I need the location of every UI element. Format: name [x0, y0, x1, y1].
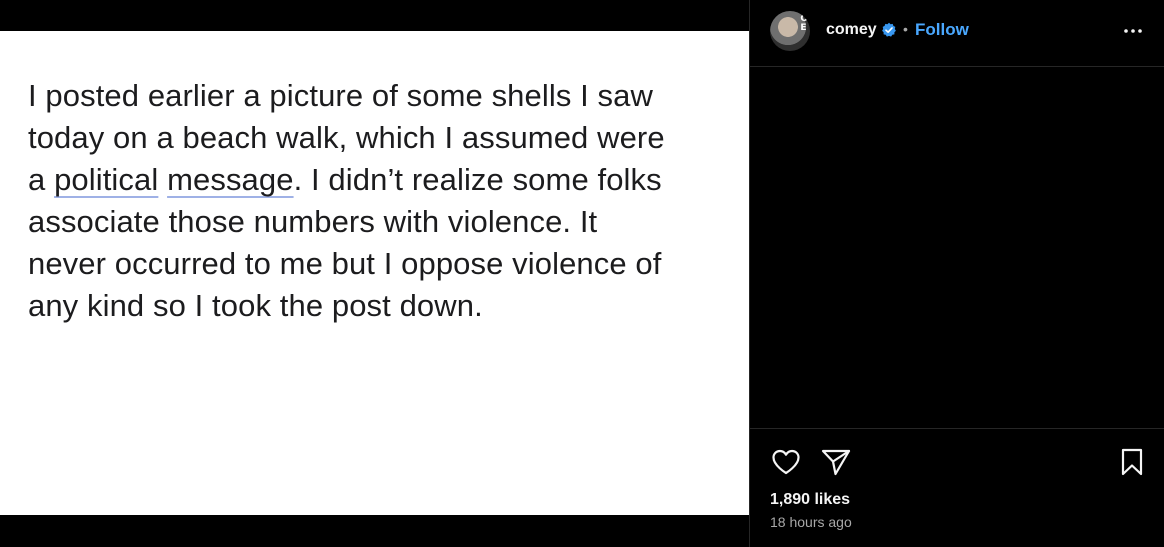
avatar[interactable]: O E: [770, 11, 810, 51]
verified-badge-icon: [882, 22, 896, 37]
instagram-post-modal: I posted earlier a picture of some shell…: [0, 0, 1164, 547]
text-line-6: any kind so I took the post down.: [28, 288, 483, 323]
text-line-1: I posted earlier a picture of some shell…: [28, 78, 653, 113]
avatar-letters: O E: [800, 14, 808, 33]
text-line-3-prefix: a: [28, 162, 55, 197]
comments-area: [750, 67, 1164, 428]
post-header: O E comey • Follow: [750, 0, 1164, 67]
bookmark-icon[interactable]: [1116, 446, 1148, 478]
text-line-4: associate those numbers with violence. I…: [28, 204, 598, 239]
post-side-panel: O E comey • Follow 1,890 likes 18 hours …: [749, 0, 1164, 547]
username-link[interactable]: comey: [826, 21, 877, 39]
follow-button[interactable]: Follow: [915, 20, 969, 40]
underlined-word-political: political: [54, 162, 159, 197]
text-space: [158, 162, 167, 197]
separator-dot: •: [903, 21, 908, 37]
heart-icon[interactable]: [770, 446, 802, 478]
post-timestamp[interactable]: 18 hours ago: [770, 514, 852, 530]
text-line-2: today on a beach walk, which I assumed w…: [28, 120, 665, 155]
paper-plane-icon[interactable]: [820, 446, 852, 478]
text-line-5: never occurred to me but I oppose violen…: [28, 246, 662, 281]
underlined-word-message: message: [167, 162, 294, 197]
actions-bar: 1,890 likes 18 hours ago: [750, 428, 1164, 547]
post-image-text: I posted earlier a picture of some shell…: [28, 75, 728, 327]
media-pane: I posted earlier a picture of some shell…: [0, 0, 749, 547]
post-image[interactable]: I posted earlier a picture of some shell…: [0, 31, 749, 515]
more-options-icon[interactable]: [1122, 22, 1144, 40]
text-line-3-suffix: . I didn’t realize some folks: [293, 162, 662, 197]
likes-count[interactable]: 1,890 likes: [770, 491, 850, 509]
